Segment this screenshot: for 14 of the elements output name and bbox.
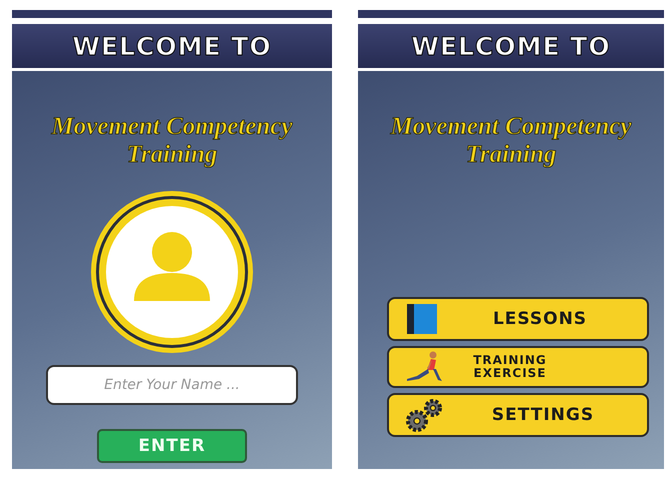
app-title: Training: [126, 141, 218, 169]
menu-button[interactable]: SETTINGS: [387, 393, 649, 437]
menu-button[interactable]: LESSONS: [387, 297, 649, 341]
app-title: Training: [466, 141, 556, 169]
header-title: WELCOME TO: [411, 32, 611, 60]
gears-icon: [405, 398, 445, 432]
name-input-field[interactable]: Enter Your Name ...: [46, 365, 298, 405]
book-icon: [405, 302, 439, 336]
app-title: Movement Competency: [52, 113, 292, 141]
header-title: WELCOME TO: [72, 32, 272, 60]
stretching-figure-icon: [405, 350, 445, 384]
app-title: Movement Competency: [390, 113, 632, 141]
menu-button[interactable]: TRAINING EXERCISE: [387, 346, 649, 388]
user-avatar-icon: [89, 189, 255, 355]
